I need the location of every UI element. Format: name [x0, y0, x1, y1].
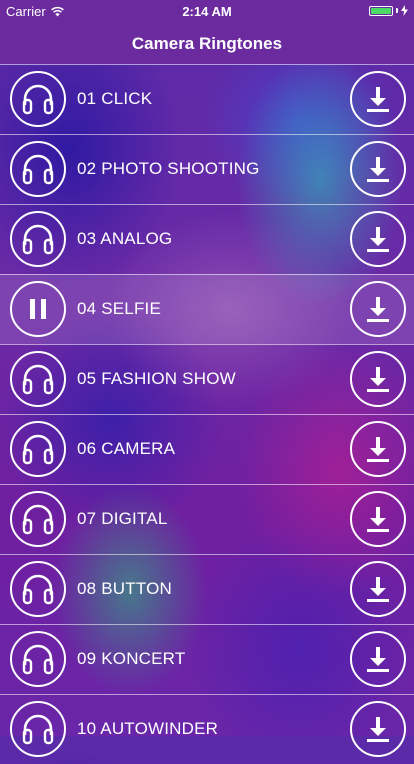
- download-button[interactable]: [350, 141, 406, 197]
- play-button[interactable]: [10, 701, 66, 757]
- ringtone-label: 03 ANALOG: [77, 229, 173, 248]
- headphones-icon: [21, 573, 55, 605]
- download-icon: [365, 225, 391, 253]
- battery-icon: [369, 5, 393, 16]
- download-button[interactable]: [350, 71, 406, 127]
- ringtone-label: 01 CLICK: [77, 89, 153, 108]
- ringtone-row[interactable]: 06 CAMERA: [0, 414, 414, 484]
- play-button[interactable]: [10, 561, 66, 617]
- ringtone-label: 04 SELFIE: [77, 299, 162, 318]
- download-icon: [365, 155, 391, 183]
- headphones-icon: [21, 363, 55, 395]
- play-button[interactable]: [10, 491, 66, 547]
- nav-bar: Camera Ringtones: [0, 22, 414, 64]
- charging-icon: [401, 5, 408, 16]
- ringtone-row[interactable]: 05 FASHION SHOW: [0, 344, 414, 414]
- ringtone-row[interactable]: 04 SELFIE: [0, 274, 414, 344]
- download-icon: [365, 85, 391, 113]
- download-button[interactable]: [350, 491, 406, 547]
- ringtone-row[interactable]: 09 KONCERT: [0, 624, 414, 694]
- play-button[interactable]: [10, 351, 66, 407]
- download-icon: [365, 715, 391, 743]
- page-title: Camera Ringtones: [131, 34, 283, 53]
- download-icon: [365, 295, 391, 323]
- play-button[interactable]: [10, 71, 66, 127]
- status-right: [369, 5, 408, 16]
- headphones-icon: [21, 503, 55, 535]
- ringtone-row[interactable]: 08 BUTTON: [0, 554, 414, 624]
- status-bar: Carrier 2:14 AM: [0, 0, 414, 22]
- headphones-icon: [21, 433, 55, 465]
- ringtone-row[interactable]: 02 PHOTO SHOOTING: [0, 134, 414, 204]
- ringtone-row[interactable]: 07 DIGITAL: [0, 484, 414, 554]
- download-button[interactable]: [350, 281, 406, 337]
- download-icon: [365, 365, 391, 393]
- ringtone-label: 10 AUTOWINDER: [77, 719, 219, 738]
- download-button[interactable]: [350, 701, 406, 757]
- play-button[interactable]: [10, 631, 66, 687]
- ringtone-label: 02 PHOTO SHOOTING: [77, 159, 260, 178]
- headphones-icon: [21, 713, 55, 745]
- download-icon: [365, 505, 391, 533]
- ringtone-row[interactable]: 10 AUTOWINDER: [0, 694, 414, 764]
- download-icon: [365, 645, 391, 673]
- play-button[interactable]: [10, 211, 66, 267]
- download-button[interactable]: [350, 211, 406, 267]
- ringtone-label: 06 CAMERA: [77, 439, 176, 458]
- ringtone-list: 01 CLICK 02 PHOTO SHOOTING 03 ANALOG 04 …: [0, 64, 414, 764]
- download-button[interactable]: [350, 631, 406, 687]
- battery-tip: [396, 8, 398, 13]
- pause-icon: [27, 297, 49, 321]
- download-button[interactable]: [350, 351, 406, 407]
- status-time: 2:14 AM: [182, 4, 232, 19]
- ringtone-label: 08 BUTTON: [77, 579, 173, 598]
- headphones-icon: [21, 643, 55, 675]
- ringtone-label: 07 DIGITAL: [77, 509, 168, 528]
- battery-fill: [371, 7, 391, 14]
- ringtone-label: 09 KONCERT: [77, 649, 186, 668]
- ringtone-row[interactable]: 03 ANALOG: [0, 204, 414, 274]
- play-button[interactable]: [10, 141, 66, 197]
- ringtone-label: 05 FASHION SHOW: [77, 369, 236, 388]
- download-icon: [365, 435, 391, 463]
- pause-button[interactable]: [10, 281, 66, 337]
- play-button[interactable]: [10, 421, 66, 477]
- download-button[interactable]: [350, 561, 406, 617]
- ringtone-row[interactable]: 01 CLICK: [0, 64, 414, 134]
- download-icon: [365, 575, 391, 603]
- download-button[interactable]: [350, 421, 406, 477]
- headphones-icon: [21, 223, 55, 255]
- headphones-icon: [21, 83, 55, 115]
- headphones-icon: [21, 153, 55, 185]
